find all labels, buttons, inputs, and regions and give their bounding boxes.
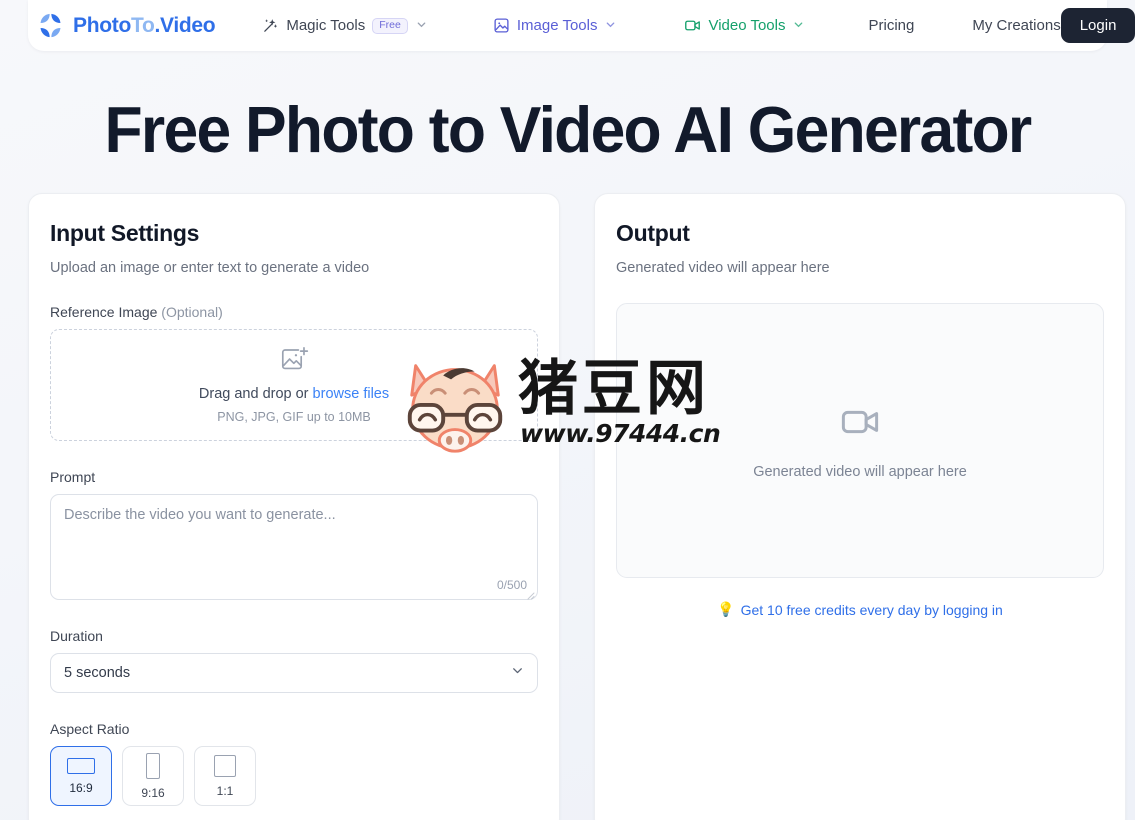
nav-label-magic-tools: Magic Tools	[286, 17, 366, 34]
nav-menu: Magic Tools Free Image Tools Video Tools…	[258, 11, 1061, 40]
output-panel: Output Generated video will appear here …	[594, 193, 1126, 820]
output-placeholder-text: Generated video will appear here	[753, 464, 967, 480]
prompt-label: Prompt	[50, 469, 96, 485]
duration-selected-value: 5 seconds	[64, 665, 131, 681]
dropzone-primary-text: Drag and drop or browse files	[199, 386, 389, 402]
chevron-down-icon	[416, 19, 427, 33]
reference-image-label: Reference Image (Optional)	[50, 304, 538, 320]
rectangle-portrait-icon	[146, 752, 160, 779]
duration-label: Duration	[50, 628, 103, 644]
nav-item-video-tools[interactable]: Video Tools	[680, 11, 808, 40]
brand-text-video: .Video	[154, 13, 216, 37]
reference-image-label-text: Reference Image	[50, 304, 158, 320]
chevron-down-icon	[605, 19, 616, 33]
brand-wordmark: PhotoTo.Video	[73, 13, 216, 38]
nav-item-pricing[interactable]: Pricing	[868, 17, 914, 34]
square-icon	[214, 754, 236, 777]
nav-label-video-tools: Video Tools	[708, 17, 786, 34]
aspect-ratio-label-9-16: 9:16	[141, 785, 165, 800]
image-square-icon	[493, 17, 510, 34]
aspect-ratio-options: 16:9 9:16 1:1	[50, 746, 538, 806]
textarea-resize-handle[interactable]	[525, 587, 535, 600]
badge-free: Free	[372, 17, 408, 34]
video-camera-icon	[839, 401, 881, 448]
reference-image-optional-text: (Optional)	[161, 304, 223, 320]
nav-item-magic-tools[interactable]: Magic Tools Free	[258, 11, 431, 40]
duration-select[interactable]: 5 seconds	[50, 653, 538, 693]
free-credits-row: 💡 Get 10 free credits every day by loggi…	[616, 601, 1104, 618]
nav-item-my-creations[interactable]: My Creations	[972, 17, 1060, 34]
aspect-ratio-label-16-9: 16:9	[69, 780, 93, 795]
reference-image-dropzone[interactable]: Drag and drop or browse files PNG, JPG, …	[50, 329, 538, 441]
brand-text-to: To	[130, 13, 155, 37]
magic-wand-icon	[262, 17, 279, 34]
prompt-char-counter: 0/500	[496, 578, 527, 592]
video-camera-icon	[684, 17, 701, 34]
brand-text-photo: Photo	[73, 13, 131, 37]
browse-files-link[interactable]: browse files	[313, 386, 390, 402]
chevron-down-icon	[793, 19, 804, 33]
image-plus-icon	[280, 346, 309, 378]
input-settings-subheading: Upload an image or enter text to generat…	[50, 260, 370, 276]
nav-item-image-tools[interactable]: Image Tools	[489, 11, 621, 40]
output-preview-area: Generated video will appear here	[616, 303, 1104, 578]
aspect-ratio-label-1-1: 1:1	[216, 783, 234, 798]
output-subheading: Generated video will appear here	[616, 260, 830, 276]
four-petal-logo-icon	[37, 12, 64, 39]
aspect-ratio-option-16-9[interactable]: 16:9	[50, 746, 112, 806]
input-settings-heading: Input Settings	[50, 220, 200, 246]
dropzone-drag-text: Drag and drop or	[198, 386, 309, 402]
chevron-down-icon	[510, 663, 525, 683]
top-navigation-bar: PhotoTo.Video Magic Tools Free Image Too…	[28, 0, 1135, 51]
aspect-ratio-option-9-16[interactable]: 9:16	[122, 746, 184, 806]
free-credits-login-link[interactable]: Get 10 free credits every day by logging…	[741, 602, 1003, 618]
prompt-textarea-wrapper[interactable]: Describe the video you want to generate.…	[50, 494, 538, 600]
rectangle-landscape-icon	[67, 757, 95, 774]
brand-logo-link[interactable]: PhotoTo.Video	[37, 12, 216, 39]
prompt-placeholder: Describe the video you want to generate.…	[64, 507, 336, 523]
login-button[interactable]: Login	[1060, 8, 1135, 43]
aspect-ratio-option-1-1[interactable]: 1:1	[194, 746, 256, 806]
dropzone-formats-text: PNG, JPG, GIF up to 10MB	[217, 410, 371, 424]
lightbulb-icon: 💡	[717, 601, 735, 617]
nav-label-image-tools: Image Tools	[516, 17, 598, 34]
aspect-ratio-label: Aspect Ratio	[50, 721, 130, 737]
output-heading: Output	[616, 220, 690, 246]
input-settings-panel: Input Settings Upload an image or enter …	[28, 193, 560, 820]
page-title: Free Photo to Video AI Generator	[104, 93, 1033, 166]
